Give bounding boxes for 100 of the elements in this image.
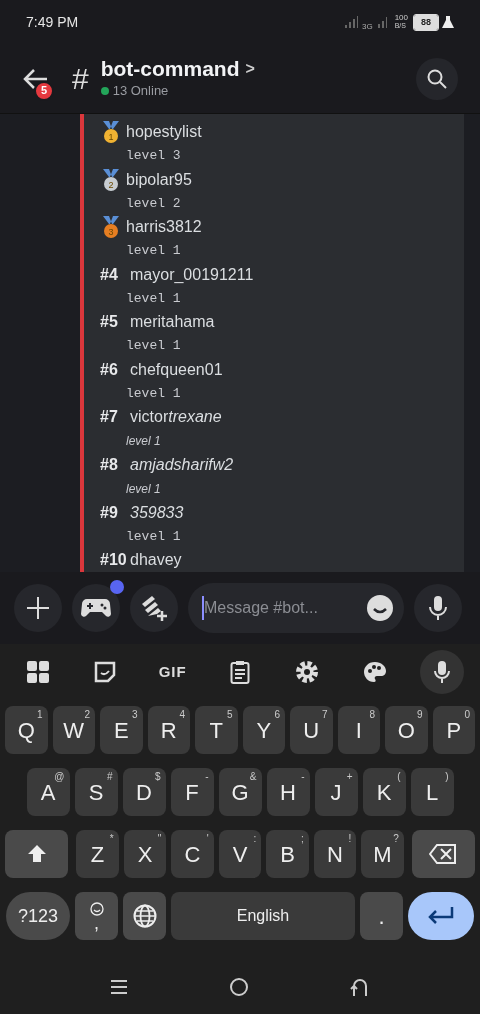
key-hint: ( [397,770,401,784]
keyboard-key[interactable]: G & [218,768,262,816]
key-hint: & [249,770,257,784]
search-button[interactable] [416,57,458,100]
back-icon [349,977,370,997]
network-type: 3G [361,21,373,33]
keyboard-key[interactable]: Y 6 [242,706,285,754]
rank-number: #8 [100,454,119,475]
key-hint: ; [300,832,304,846]
backspace-key[interactable] [411,830,475,878]
keyboard-key[interactable]: K ( [362,768,406,816]
speed-value: 100 [394,14,408,22]
language-key[interactable] [123,892,166,940]
keyboard-key[interactable]: V : [218,830,262,878]
channel-hash: # [72,63,89,94]
back-nav-button[interactable] [349,977,370,997]
settings-icon [295,660,320,684]
keyboard-key[interactable]: F - [170,768,214,816]
level-text: level 2 [126,194,181,213]
key-hint: ) [445,770,449,784]
grid-icon [26,660,50,684]
gamepad-icon [81,597,111,619]
key-hint: 8 [369,708,375,722]
keyboard-key[interactable]: E 3 [100,706,143,754]
keyboard-key[interactable]: R 4 [147,706,190,754]
keyboard-key[interactable]: S # [74,768,118,816]
symbols-key[interactable]: ?123 [6,892,70,940]
add-button[interactable] [14,584,62,632]
keyboard-key[interactable]: Q 1 [5,706,48,754]
channel-name[interactable]: bot-command [100,56,240,81]
space-key[interactable]: English [171,892,355,940]
member-name: dhavey [130,550,182,571]
chevron-icon: > [245,56,255,81]
keyboard-key[interactable]: T 5 [195,706,238,754]
home-icon [229,977,249,997]
keyboard-key[interactable]: D $ [122,768,166,816]
keyboard-key[interactable]: H - [266,768,310,816]
rank-number: #7 [100,407,119,428]
keyboard-key[interactable]: B ; [266,830,309,878]
level-text: level 1 [126,242,181,261]
keyboard-key[interactable]: W 2 [52,706,95,754]
key-hint: - [301,770,305,784]
key-hint: 1 [36,708,43,722]
comma-key[interactable]: , [75,892,118,940]
home-button[interactable] [229,977,249,997]
level-text: level 1 [126,433,161,451]
emoji-icon [89,902,104,916]
key-hint: - [205,770,209,784]
shift-arrow-icon [26,844,47,864]
key-hint: + [346,770,353,784]
keyboard-key[interactable]: O 9 [385,706,428,754]
keyboard-key[interactable]: U 7 [290,706,333,754]
keyboard-key[interactable]: X " [123,830,167,878]
recents-icon [110,979,129,995]
voice-input-button[interactable] [419,650,464,694]
signal-icon [343,15,358,29]
recents-button[interactable] [110,979,129,995]
enter-arrow-icon [427,906,455,926]
gif-button[interactable]: GIF [150,650,195,694]
enter-key[interactable] [408,892,474,940]
shift-key[interactable] [5,830,69,878]
message-field[interactable]: Message #bot... [188,583,404,633]
clipboard-icon [230,660,250,684]
keyboard-key[interactable]: L ) [410,768,454,816]
keyboard-key[interactable]: N ! [313,830,357,878]
member-name: amjadsharifw2 [130,454,234,475]
keyboard-key[interactable]: Z * [76,830,119,878]
member-name: victortrexane [130,407,222,428]
keyboard-key[interactable]: J + [314,768,358,816]
emoji-icon[interactable] [366,594,394,622]
period-key[interactable]: . [360,892,403,940]
status-time: 7:49 PM [26,12,79,32]
keyboard-key[interactable]: I 8 [337,706,380,754]
level-text: level 1 [126,480,161,498]
keyboard-key[interactable]: C ' [171,830,214,878]
key-hint: $ [154,770,161,784]
search-icon [427,68,447,89]
palette-icon [362,661,387,683]
key-hint: 4 [179,708,185,722]
member-name: 359833 [130,502,184,523]
battery-icon: 88 [414,14,438,30]
signal-icon [376,15,387,29]
key-hint: " [157,832,162,846]
microphone-icon [428,595,448,621]
key-hint: * [109,832,114,846]
key-hint: ? [393,832,399,846]
rank-number: #9 [100,502,119,523]
voice-button[interactable] [414,584,462,632]
backspace-icon [429,844,458,864]
keyboard-key[interactable]: M ? [361,830,404,878]
rank-number: #6 [100,359,119,380]
level-text: level 1 [126,289,181,308]
back-button[interactable]: 5 [22,58,52,99]
key-hint: 7 [321,708,328,722]
key-hint: 5 [226,708,233,722]
rank-number: #5 [100,312,119,333]
apps-button[interactable] [130,584,178,632]
keyboard-key[interactable]: A @ [26,768,70,816]
keyboard-key[interactable]: P 0 [432,706,475,754]
key-hint: @ [54,770,65,784]
